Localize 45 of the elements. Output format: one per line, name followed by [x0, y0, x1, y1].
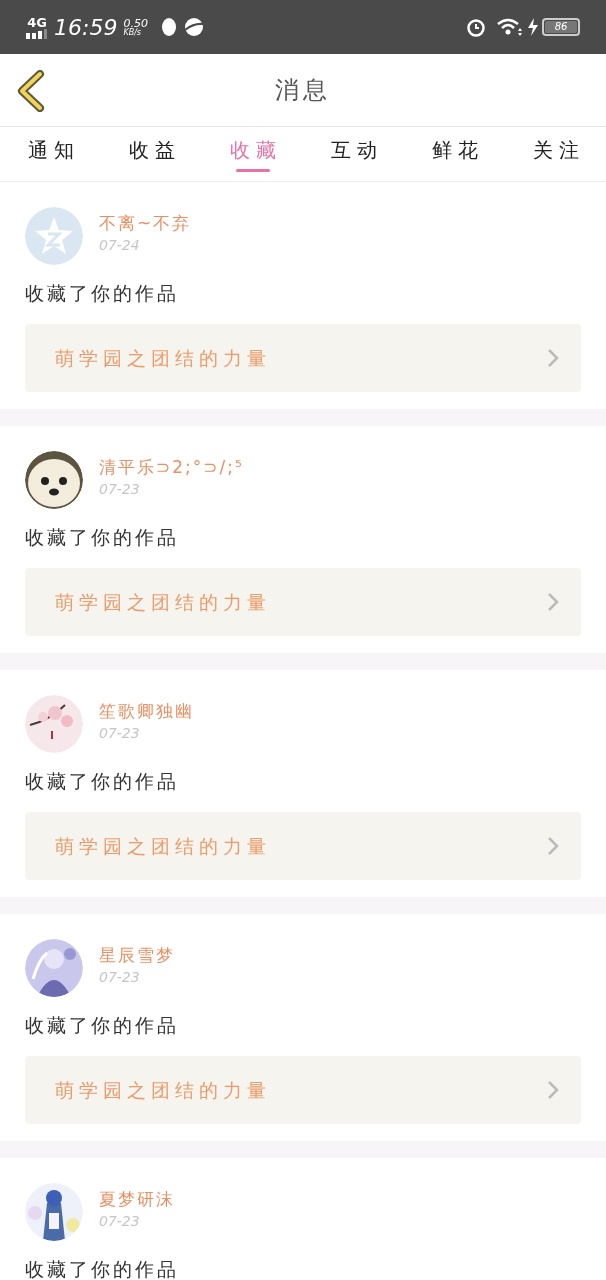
tab[interactable]: 鲜花	[404, 127, 505, 181]
username[interactable]: 夏梦研沫	[99, 1186, 175, 1212]
work-title: 萌学园之团结的力量	[55, 833, 271, 859]
work-title: 萌学园之团结的力量	[55, 589, 271, 615]
tab[interactable]: 通知	[0, 127, 101, 181]
wifi-icon	[496, 18, 522, 36]
network-label: 4G	[27, 15, 47, 29]
work-link[interactable]: 萌学园之团结的力量	[25, 1056, 581, 1124]
username[interactable]: 星辰雪梦	[99, 942, 175, 968]
network-speed: 0.50	[123, 17, 148, 29]
chevron-right-icon	[547, 836, 559, 856]
back-icon[interactable]	[16, 70, 46, 112]
username[interactable]: 清平乐⊃2;°⊃/;⁵	[99, 454, 244, 480]
tab[interactable]: 关注	[505, 127, 606, 181]
chevron-right-icon	[547, 1080, 559, 1100]
message-text: 收藏了你的作品	[25, 1013, 180, 1038]
message-date: 07-23	[99, 1212, 141, 1230]
work-link[interactable]: 萌学园之团结的力量	[25, 812, 581, 880]
charging-icon	[528, 18, 538, 36]
message-date: 07-23	[99, 724, 141, 742]
username[interactable]: 笙歌卿独幽	[99, 698, 194, 724]
work-title: 萌学园之团结的力量	[55, 1077, 271, 1103]
chevron-right-icon	[547, 592, 559, 612]
work-link[interactable]: 萌学园之团结的力量	[25, 324, 581, 392]
username[interactable]: 不离~不弃	[99, 210, 192, 236]
message-text: 收藏了你的作品	[25, 769, 180, 794]
battery-level: 86	[545, 21, 577, 33]
message-text: 收藏了你的作品	[25, 525, 180, 550]
alarm-icon	[466, 17, 486, 37]
message-date: 07-24	[99, 236, 141, 254]
message-date: 07-23	[99, 480, 141, 498]
planet-icon	[183, 17, 204, 37]
work-link[interactable]: 萌学园之团结的力量	[25, 568, 581, 636]
speed-unit: KB/s	[123, 28, 142, 37]
tab[interactable]: 收藏	[202, 127, 303, 181]
clock: 16:59	[54, 13, 118, 42]
signal-icon	[26, 28, 48, 39]
message-text: 收藏了你的作品	[25, 281, 180, 306]
tab[interactable]: 收益	[101, 127, 202, 181]
message-text: 收藏了你的作品	[25, 1257, 180, 1280]
page-title: 消息	[275, 75, 331, 106]
tab[interactable]: 互动	[303, 127, 404, 181]
chevron-right-icon	[547, 348, 559, 368]
work-title: 萌学园之团结的力量	[55, 345, 271, 371]
message-date: 07-23	[99, 968, 141, 986]
